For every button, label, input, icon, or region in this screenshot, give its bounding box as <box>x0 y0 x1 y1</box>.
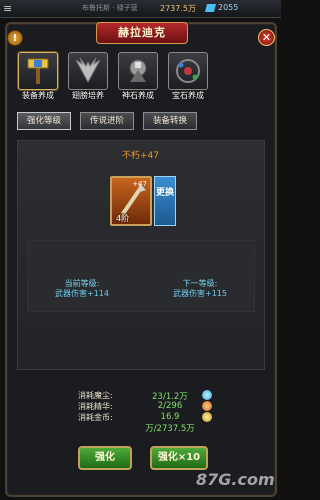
nav-label: 宝石养成 <box>172 91 204 100</box>
sacred-stone-icon <box>118 52 158 90</box>
cost-gold-label: 消耗金币: <box>78 413 113 422</box>
cost-dust-label: 消耗魔尘: <box>78 391 113 400</box>
top-status-bar: ≡ 布鲁托斯 · 禄子营 2737.5万 2055 <box>0 0 281 18</box>
gold-icon <box>202 412 212 422</box>
enhance-ten-button[interactable]: 强化×10 <box>150 446 208 470</box>
level-stats-box <box>27 240 255 312</box>
nav-label: 装备养成 <box>22 91 54 100</box>
nav-sacred-stone-nurture[interactable]: 神石养成 <box>114 52 162 106</box>
tab-enhance-level[interactable]: 强化等级 <box>17 112 71 130</box>
site-watermark: 87G.com <box>196 470 275 489</box>
current-level-value: 武器伤害+114 <box>55 289 109 298</box>
diamond-icon <box>204 4 217 12</box>
menu-icon[interactable]: ≡ <box>3 2 17 15</box>
cost-gold-value: 16.9万/2737.5万 <box>145 412 195 434</box>
nav-label: 神石养成 <box>122 91 154 100</box>
diamond-resource: 2055 <box>218 3 239 12</box>
wings-icon <box>68 52 108 90</box>
tab-equipment-convert[interactable]: 装备转换 <box>143 112 197 130</box>
enhance-button[interactable]: 强化 <box>78 446 132 470</box>
equipment-slot[interactable]: +47 4阶 <box>110 176 152 226</box>
essence-icon <box>202 401 212 411</box>
hammer-icon <box>18 52 58 90</box>
tier-badge: 4阶 <box>116 214 130 223</box>
item-name: 不朽+47 <box>122 151 159 161</box>
nav-wings-nurture[interactable]: 翅膀培养 <box>64 52 112 106</box>
plus-badge: +47 <box>132 180 147 188</box>
cost-essence-label: 消耗精华: <box>78 402 113 411</box>
tab-legend-advance[interactable]: 传说进阶 <box>80 112 134 130</box>
gold-resource: 2737.5万 <box>160 4 196 13</box>
nav-label: 翅膀培养 <box>72 91 104 100</box>
nav-gem-nurture[interactable]: 宝石养成 <box>164 52 212 106</box>
info-button[interactable]: ! <box>7 30 23 46</box>
next-level-value: 武器伤害+115 <box>173 289 227 298</box>
cost-essence-value: 2/296 <box>157 401 183 411</box>
change-equipment-button[interactable]: 更换 <box>154 176 176 226</box>
close-button[interactable]: ✕ <box>258 29 275 46</box>
location-hint: 布鲁托斯 · 禄子营 <box>82 4 138 12</box>
dust-icon <box>202 390 212 400</box>
gem-icon <box>168 52 208 90</box>
nav-equipment-nurture[interactable]: 装备养成 <box>14 52 62 106</box>
dialog-title: 赫拉迪克 <box>96 22 188 44</box>
